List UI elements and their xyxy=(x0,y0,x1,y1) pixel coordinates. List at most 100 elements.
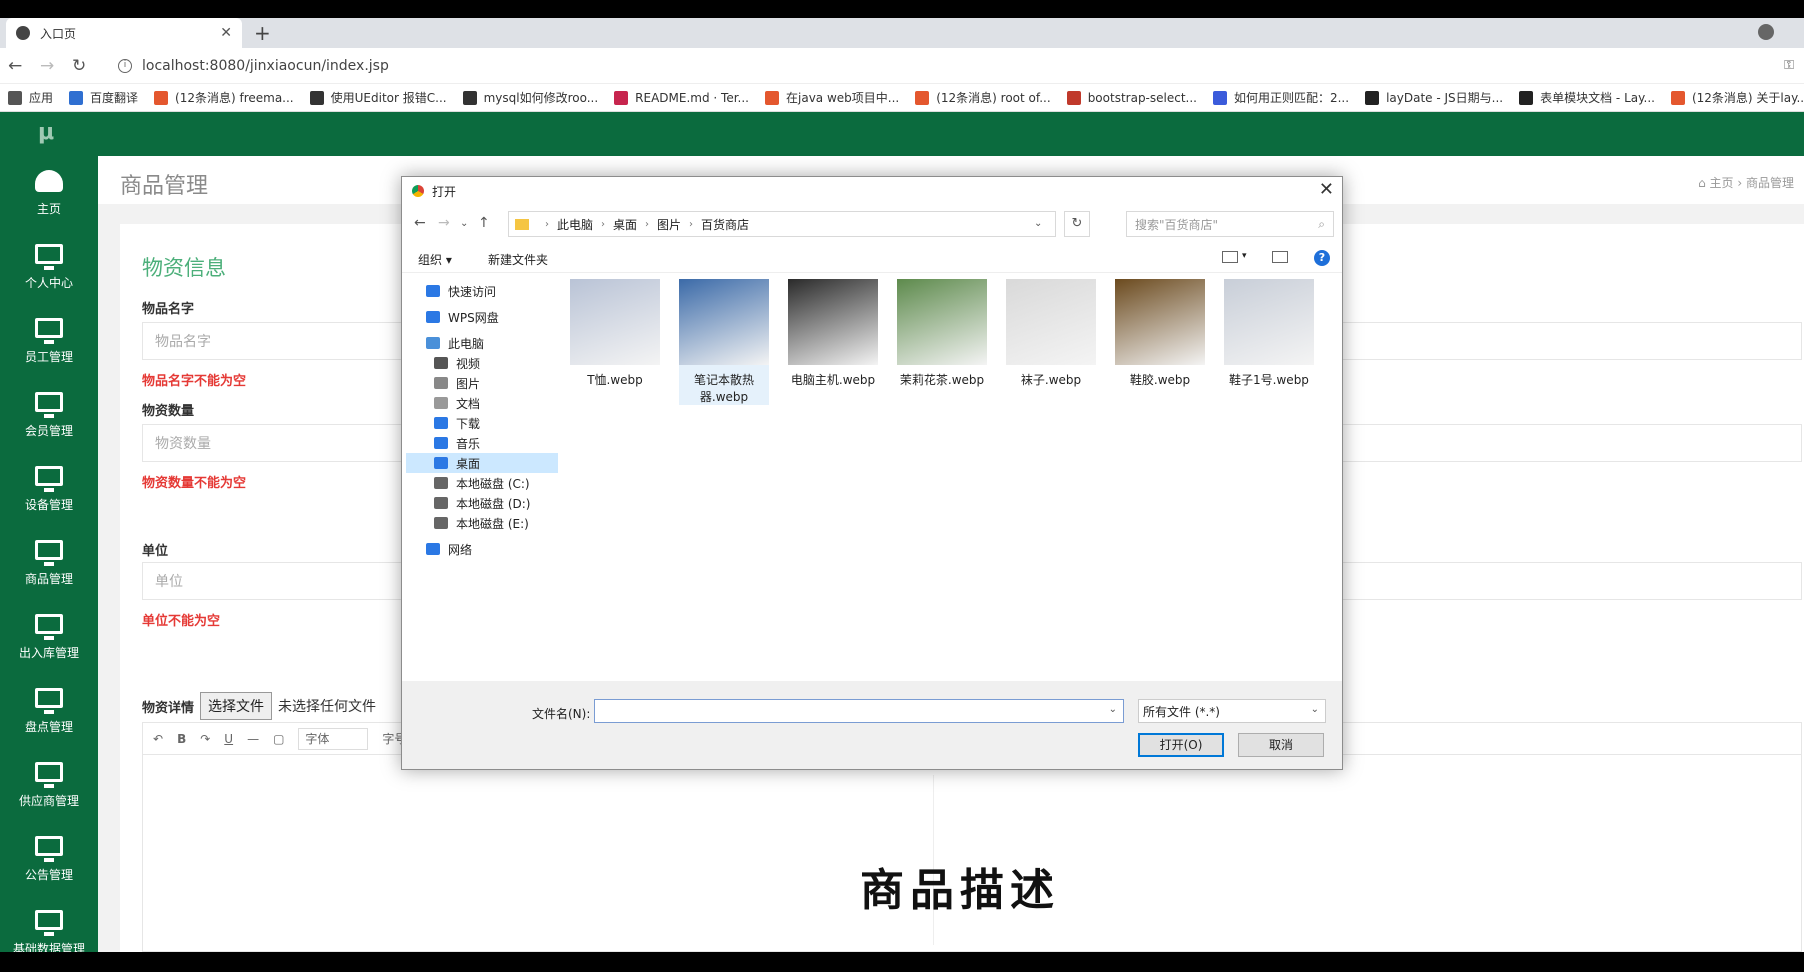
horizontal-rule-icon[interactable]: — xyxy=(247,732,259,746)
back-icon[interactable]: ← xyxy=(414,215,426,231)
dialog-title: 打开 xyxy=(432,184,457,199)
file-item[interactable]: T恤.webp xyxy=(570,279,660,388)
recent-chevron-icon[interactable]: ⌄ xyxy=(460,218,468,229)
sidebar-item[interactable]: 公告管理 xyxy=(0,822,98,896)
file-item[interactable]: 鞋胶.webp xyxy=(1115,279,1205,388)
tree-item[interactable]: 桌面 xyxy=(406,453,558,473)
file-item[interactable]: 茉莉花茶.webp xyxy=(897,279,987,388)
bookmark-item[interactable]: 在java web项目中... xyxy=(765,89,899,106)
tree-item[interactable]: 本地磁盘 (C:) xyxy=(434,473,530,493)
font-select[interactable]: 字体 xyxy=(298,727,369,750)
browser-tab[interactable]: 入口页 ✕ xyxy=(6,18,242,48)
sidebar-item[interactable]: 设备管理 xyxy=(0,452,98,526)
reload-icon[interactable]: ↻ xyxy=(72,56,86,76)
path-separator-icon[interactable]: › xyxy=(545,219,549,230)
url-field[interactable]: i localhost:8080/jinxiaocun/index.jsp xyxy=(110,54,1760,78)
info-icon[interactable]: i xyxy=(118,59,132,73)
help-icon[interactable]: ? xyxy=(1314,250,1330,266)
bookmark-item[interactable]: layDate - JS日期与... xyxy=(1365,89,1503,106)
new-folder-button[interactable]: 新建文件夹 xyxy=(488,251,548,268)
tree-item[interactable]: 快速访问 xyxy=(426,281,496,301)
tab-close-icon[interactable]: ✕ xyxy=(220,25,232,41)
bookmark-item[interactable]: bootstrap-select... xyxy=(1066,90,1197,105)
tree-item[interactable]: 文档 xyxy=(434,393,480,413)
bookmark-item[interactable]: README.md · Ter... xyxy=(614,90,749,105)
refresh-icon[interactable]: ↻ xyxy=(1064,211,1090,237)
choose-file-button[interactable]: 选择文件 xyxy=(200,692,273,720)
tree-item[interactable]: 网络 xyxy=(426,539,472,559)
bookmark-item[interactable]: 表单模块文档 - Lay... xyxy=(1519,89,1655,106)
dialog-close-icon[interactable]: ✕ xyxy=(1319,179,1334,200)
new-tab-icon[interactable]: + xyxy=(254,21,271,45)
editor-body[interactable] xyxy=(142,754,1802,952)
file-item[interactable]: 鞋子1号.webp xyxy=(1224,279,1314,388)
path-segment[interactable]: 桌面 xyxy=(613,216,637,233)
tree-item[interactable]: 本地磁盘 (E:) xyxy=(434,513,529,533)
tree-item-label: 快速访问 xyxy=(448,284,497,299)
file-item[interactable]: 袜子.webp xyxy=(1006,279,1096,388)
tree-item[interactable]: 此电脑 xyxy=(426,333,484,353)
path-separator-icon[interactable]: › xyxy=(689,219,693,230)
sidebar-item[interactable]: 基础数据管理 xyxy=(0,896,98,952)
sidebar-item[interactable]: 主页 xyxy=(0,156,98,230)
forward-icon[interactable]: → xyxy=(438,215,450,231)
sidebar-item[interactable]: 员工管理 xyxy=(0,304,98,378)
tree-item[interactable]: 下载 xyxy=(434,413,480,433)
dialog-toolbar: 组织 ▾ 新建文件夹 ▾ ? xyxy=(402,243,1342,273)
bookmark-item[interactable]: 使用UEditor 报错C... xyxy=(309,89,447,106)
redo-icon[interactable]: ↷ xyxy=(200,732,210,746)
path-dropdown-icon[interactable]: ⌄ xyxy=(1034,218,1042,229)
sidebar-item[interactable]: 盘点管理 xyxy=(0,674,98,748)
view-options-icon[interactable] xyxy=(1222,251,1238,263)
bookmark-item[interactable]: 如何用正则匹配：2... xyxy=(1212,89,1349,106)
view-chevron-icon[interactable]: ▾ xyxy=(1242,251,1247,261)
sidebar-item[interactable]: 供应商管理 xyxy=(0,748,98,822)
bookmark-item[interactable]: mysql如何修改roo... xyxy=(462,89,598,106)
breadcrumb-current: 商品管理 xyxy=(1745,176,1794,190)
up-icon[interactable]: ↑ xyxy=(478,215,490,231)
path-separator-icon[interactable]: › xyxy=(601,219,605,230)
app-logo: μ xyxy=(38,120,55,145)
bookmark-item[interactable]: (12条消息) 关于lay... xyxy=(1670,89,1804,106)
sidebar-item-label: 个人中心 xyxy=(24,275,73,290)
back-icon[interactable]: ← xyxy=(8,56,22,76)
filename-dropdown-icon[interactable]: ⌄ xyxy=(1109,704,1117,715)
tree-item[interactable]: 图片 xyxy=(434,373,480,393)
profile-icon[interactable] xyxy=(1758,24,1774,40)
search-input[interactable]: 搜索"百货商店" ⌕ xyxy=(1126,211,1334,237)
key-icon[interactable]: ⚿ xyxy=(1784,58,1794,73)
path-segment[interactable]: 百货商店 xyxy=(701,216,749,233)
unit-placeholder: 单位 xyxy=(155,574,183,590)
sidebar-item[interactable]: 个人中心 xyxy=(0,230,98,304)
undo-icon[interactable]: ↶ xyxy=(153,732,163,746)
bookmark-item[interactable]: 百度翻译 xyxy=(69,89,138,106)
sidebar: 主页个人中心员工管理 会员管理 设备管理 商品管理 出入库管理 盘点管理 供应商管理 公告管理… xyxy=(0,156,98,952)
tree-item[interactable]: 视频 xyxy=(434,353,480,373)
file-item[interactable]: 电脑主机.webp xyxy=(788,279,878,388)
sidebar-item[interactable]: 出入库管理 xyxy=(0,600,98,674)
path-box[interactable]: › 此电脑 › 桌面 › 图片 › 百货商店 xyxy=(508,211,1056,237)
path-segment[interactable]: 图片 xyxy=(657,216,681,233)
bold-icon[interactable]: B xyxy=(177,732,186,746)
open-button[interactable]: 打开(O) xyxy=(1138,733,1224,757)
path-separator-icon[interactable]: › xyxy=(645,219,649,230)
bookmark-item[interactable]: (12条消息) root of... xyxy=(915,89,1051,106)
format-icon[interactable]: ▢ xyxy=(273,732,284,746)
tree-item[interactable]: WPS网盘 xyxy=(426,307,499,327)
tree-item[interactable]: 本地磁盘 (D:) xyxy=(434,493,530,513)
bookmark-item[interactable]: (12条消息) freema... xyxy=(154,89,294,106)
preview-pane-icon[interactable] xyxy=(1272,251,1288,263)
filename-input[interactable]: ⌄ xyxy=(594,699,1124,723)
organize-button[interactable]: 组织 ▾ xyxy=(418,251,452,268)
path-segment[interactable]: 此电脑 xyxy=(557,216,593,233)
sidebar-item[interactable]: 会员管理 xyxy=(0,378,98,452)
filetype-select[interactable]: 所有文件 (*.*) ⌄ xyxy=(1138,699,1326,723)
cancel-button[interactable]: 取消 xyxy=(1238,733,1324,757)
bookmark-item[interactable]: 应用 xyxy=(8,89,53,106)
file-item[interactable]: 笔记本散热器.webp xyxy=(679,279,769,405)
sidebar-item[interactable]: 商品管理 xyxy=(0,526,98,600)
forward-icon[interactable]: → xyxy=(40,56,54,76)
breadcrumb-home[interactable]: 主页 xyxy=(1710,176,1734,190)
tree-item[interactable]: 音乐 xyxy=(434,433,480,453)
underline-icon[interactable]: U xyxy=(224,732,233,746)
